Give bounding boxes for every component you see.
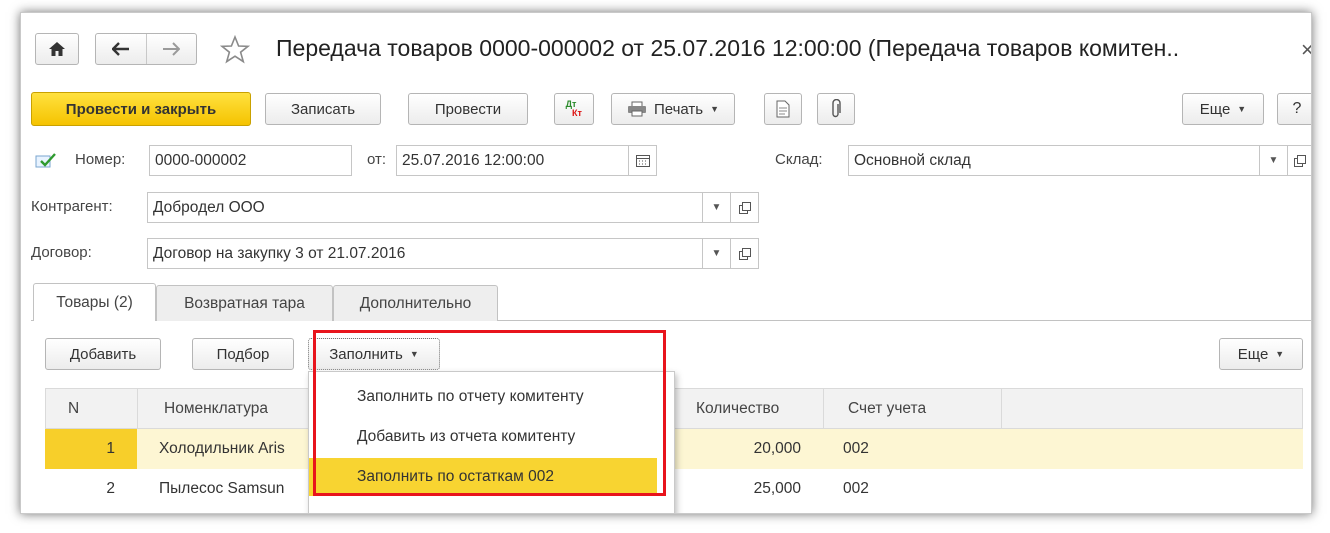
open-form-icon [738,247,751,260]
contract-open-button[interactable] [731,238,759,269]
warehouse-field[interactable]: Основной склад [848,145,1260,176]
star-icon [219,34,251,64]
warehouse-dropdown-button[interactable]: ▼ [1260,145,1288,176]
counterparty-dropdown-button[interactable]: ▼ [703,192,731,223]
date-field[interactable]: 25.07.2016 12:00:00 [396,145,629,176]
account-cell: 002 [843,480,869,497]
more-button[interactable]: Еще ▼ [1182,93,1264,125]
print-label: Печать [653,100,704,118]
posted-status-icon [35,153,56,168]
add-button[interactable]: Добавить [45,338,161,370]
contract-dropdown-button[interactable]: ▼ [703,238,731,269]
contract-field[interactable]: Договор на закупку 3 от 21.07.2016 [147,238,703,269]
help-button[interactable]: ? [1277,93,1311,125]
calendar-icon [635,154,650,167]
account-cell: 002 [843,440,869,457]
annotation-highlight-box [313,330,666,496]
warehouse-label: Склад: [775,151,823,168]
tab-returnable-packaging[interactable]: Возвратная тара [156,285,333,321]
attach-button[interactable] [817,93,855,125]
post-and-close-button[interactable]: Провести и закрыть [31,92,251,126]
report-button[interactable] [764,93,802,125]
calendar-button[interactable] [629,145,657,176]
arrow-left-icon [111,42,129,56]
document-window: Передача товаров 0000-000002 от 25.07.20… [20,12,1312,514]
printer-icon [627,101,646,117]
document-icon [776,100,790,118]
arrow-right-icon [163,42,181,56]
counterparty-open-button[interactable] [731,192,759,223]
open-form-icon [738,201,751,214]
column-header-n[interactable]: N [46,389,138,429]
kt-label: Кт [572,108,582,118]
column-header-account[interactable]: Счет учета [824,389,1002,429]
counterparty-label: Контрагент: [31,198,113,215]
open-form-icon [1293,154,1306,167]
forward-button[interactable] [147,34,197,64]
tab-additional[interactable]: Дополнительно [333,285,498,321]
favorite-star-button[interactable] [219,34,251,68]
home-icon [49,42,65,56]
chevron-down-icon: ▼ [710,104,720,114]
table-more-label: Еще [1237,345,1269,363]
chevron-down-icon: ▼ [1275,349,1285,359]
print-button[interactable]: Печать ▼ [611,93,735,125]
warehouse-open-button[interactable] [1288,145,1311,176]
save-button[interactable]: Записать [265,93,381,125]
quantity-cell: 25,000 [753,480,801,497]
window-title: Передача товаров 0000-000002 от 25.07.20… [276,35,1180,61]
more-label: Еще [1199,100,1231,118]
contract-label: Договор: [31,244,92,261]
number-label: Номер: [75,151,126,168]
chevron-down-icon: ▼ [1237,104,1247,114]
table-more-button[interactable]: Еще ▼ [1219,338,1303,370]
pick-button[interactable]: Подбор [192,338,294,370]
post-button[interactable]: Провести [408,93,528,125]
quantity-cell: 20,000 [753,440,801,457]
counterparty-field[interactable]: Добродел ООО [147,192,703,223]
column-header-quantity[interactable]: Количество [670,389,824,429]
back-button[interactable] [96,34,147,64]
date-label: от: [367,151,387,168]
row-number-cell: 1 [45,429,137,469]
row-number-cell: 2 [106,480,115,497]
dt-kt-button[interactable]: Дт Кт [554,93,594,125]
close-icon[interactable]: × [1301,37,1311,63]
home-button[interactable] [35,33,79,65]
paperclip-icon [832,99,841,118]
number-field[interactable]: 0000-000002 [149,145,352,176]
tab-goods[interactable]: Товары (2) [33,283,156,321]
back-forward-group [95,33,197,65]
